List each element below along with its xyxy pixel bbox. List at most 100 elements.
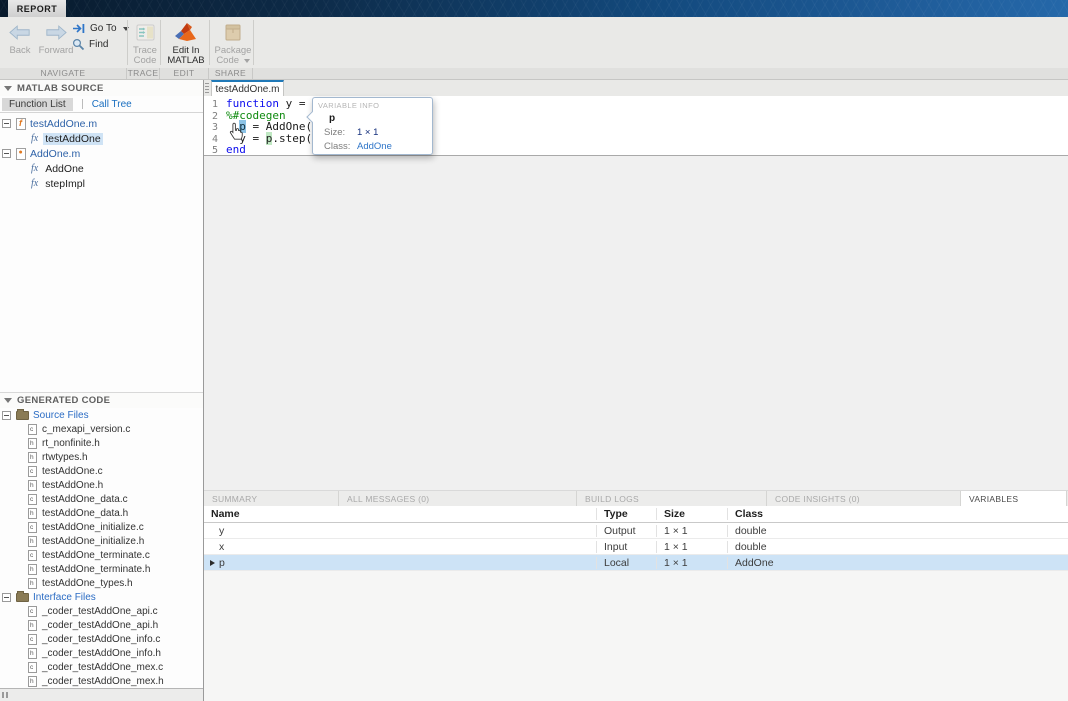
tree-generated-file-row[interactable]: h_coder_testAddOne_info.h bbox=[0, 646, 203, 660]
cell-size: 1 × 1 bbox=[656, 541, 727, 553]
tooltip-class-link[interactable]: AddOne bbox=[357, 141, 392, 152]
tree-generated-file-row[interactable]: c _coder_testAddOne_mex.c bbox=[0, 660, 203, 674]
bottom-tab-build-logs[interactable]: BUILD LOGS bbox=[577, 491, 767, 506]
package-dropdown-caret bbox=[244, 59, 250, 63]
tree-file-label[interactable]: _coder_testAddOne_mex.c bbox=[42, 662, 163, 673]
goto-button[interactable]: Go To bbox=[72, 23, 129, 34]
forward-button[interactable]: Forward bbox=[38, 21, 74, 56]
collapse-minus-icon[interactable] bbox=[2, 149, 11, 158]
file-icon: h bbox=[28, 578, 37, 589]
report-tab[interactable]: REPORT bbox=[8, 0, 66, 17]
bottom-tab-summary[interactable]: SUMMARY bbox=[204, 491, 339, 506]
tree-generated-file-row[interactable]: hrt_nonfinite.h bbox=[0, 436, 203, 450]
tree-file-label[interactable]: testAddOne_types.h bbox=[42, 578, 133, 589]
tree-file-label[interactable]: testAddOne_initialize.h bbox=[42, 536, 144, 547]
tree-file-row[interactable]: testAddOne.m bbox=[0, 116, 203, 131]
bottom-tab-variables[interactable]: VARIABLES bbox=[961, 491, 1067, 506]
tree-folder-label[interactable]: Interface Files bbox=[33, 592, 96, 603]
file-icon: h bbox=[28, 676, 37, 687]
bottom-tab-all-messages[interactable]: ALL MESSAGES (0) bbox=[339, 491, 577, 506]
title-bar: REPORT bbox=[0, 0, 1068, 17]
titlebar-pattern bbox=[0, 0, 1068, 17]
tree-file-label[interactable]: _coder_testAddOne_info.h bbox=[42, 648, 161, 659]
tree-file-label[interactable]: testAddOne_terminate.h bbox=[42, 564, 150, 575]
tab-grip-icon[interactable] bbox=[205, 83, 209, 95]
tree-generated-file-row[interactable]: h _coder_testAddOne_mex.h bbox=[0, 674, 203, 688]
column-header-name: Name bbox=[204, 508, 596, 520]
tree-function-label[interactable]: testAddOne bbox=[43, 133, 102, 145]
tree-generated-file-row[interactable]: ctestAddOne_terminate.c bbox=[0, 548, 203, 562]
tree-generated-file-row[interactable]: hrtwtypes.h bbox=[0, 450, 203, 464]
table-row-p[interactable]: pLocal1 × 1AddOne bbox=[204, 555, 1068, 571]
tree-file-label[interactable]: testAddOne_data.c bbox=[42, 494, 128, 505]
tree-generated-file-row[interactable]: c_coder_testAddOne_api.c bbox=[0, 604, 203, 618]
file-icon: c bbox=[28, 662, 37, 673]
cell-size: 1 × 1 bbox=[656, 557, 727, 569]
generated-code-header[interactable]: GENERATED CODE bbox=[0, 392, 203, 408]
tree-generated-file-row[interactable]: ctestAddOne_data.c bbox=[0, 492, 203, 506]
table-row-y[interactable]: yOutput1 × 1double bbox=[204, 523, 1068, 539]
tree-file-label[interactable]: rt_nonfinite.h bbox=[42, 438, 100, 449]
tree-file-label[interactable]: testAddOne.c bbox=[42, 466, 103, 477]
function-list-tab[interactable]: Function List bbox=[2, 98, 73, 111]
tree-function-label[interactable]: stepImpl bbox=[43, 178, 87, 190]
trace-code-button[interactable]: Trace Code bbox=[130, 21, 160, 66]
tree-file-label[interactable]: c_mexapi_version.c bbox=[42, 424, 130, 435]
tree-generated-file-row[interactable]: htestAddOne.h bbox=[0, 478, 203, 492]
tree-folder-label[interactable]: Source Files bbox=[33, 410, 89, 421]
package-code-button[interactable]: Package Code bbox=[212, 21, 254, 66]
bottom-panel: SUMMARYALL MESSAGES (0)BUILD LOGSCODE IN… bbox=[204, 490, 1068, 701]
section-share: SHARE bbox=[209, 68, 253, 79]
tree-generated-file-row[interactable]: htestAddOne_terminate.h bbox=[0, 562, 203, 576]
folder-icon bbox=[16, 593, 29, 602]
editor-tab-testAddOne[interactable]: testAddOne.m bbox=[211, 80, 284, 96]
tree-generated-file-row[interactable]: h_coder_testAddOne_api.h bbox=[0, 618, 203, 632]
tree-file-label[interactable]: _coder_testAddOne_mex.h bbox=[42, 676, 164, 687]
tree-folder-row[interactable]: Interface Files bbox=[0, 590, 203, 604]
collapse-minus-icon[interactable] bbox=[2, 411, 11, 420]
section-edit: EDIT bbox=[160, 68, 209, 79]
edit-in-matlab-button[interactable]: Edit In MATLAB bbox=[163, 21, 209, 66]
collapse-minus-icon[interactable] bbox=[2, 119, 11, 128]
expand-arrow-icon[interactable] bbox=[210, 560, 215, 566]
bottom-tab-code-insights[interactable]: CODE INSIGHTS (0) bbox=[767, 491, 961, 506]
cell-type: Local bbox=[596, 557, 656, 569]
tree-generated-file-row[interactable]: h testAddOne_types.h bbox=[0, 576, 203, 590]
cell-type: Input bbox=[596, 541, 656, 553]
collapse-minus-icon[interactable] bbox=[2, 593, 11, 602]
cell-class: AddOne bbox=[727, 557, 1068, 569]
resize-grip-icon[interactable] bbox=[2, 692, 10, 698]
call-tree-tab[interactable]: Call Tree bbox=[92, 99, 132, 110]
tree-file-label[interactable]: rtwtypes.h bbox=[42, 452, 88, 463]
tree-generated-file-row[interactable]: ctestAddOne_initialize.c bbox=[0, 520, 203, 534]
tree-function-row[interactable]: fxAddOne bbox=[0, 161, 203, 176]
tree-function-row[interactable]: fxstepImpl bbox=[0, 176, 203, 191]
tree-file-label[interactable]: testAddOne_initialize.c bbox=[42, 522, 144, 533]
find-icon bbox=[72, 38, 85, 51]
tree-file-label[interactable]: AddOne.m bbox=[30, 148, 80, 160]
tree-generated-file-row[interactable]: htestAddOne_initialize.h bbox=[0, 534, 203, 548]
tree-generated-file-row[interactable]: cc_mexapi_version.c bbox=[0, 422, 203, 436]
table-row-x[interactable]: xInput1 × 1double bbox=[204, 539, 1068, 555]
tree-file-label[interactable]: _coder_testAddOne_info.c bbox=[42, 634, 160, 645]
tree-function-row[interactable]: fxtestAddOne bbox=[0, 131, 203, 146]
tree-generated-file-row[interactable]: ctestAddOne.c bbox=[0, 464, 203, 478]
tree-file-label[interactable]: _coder_testAddOne_api.c bbox=[42, 606, 158, 617]
tree-file-label[interactable]: testAddOne_data.h bbox=[42, 508, 128, 519]
back-button[interactable]: Back bbox=[4, 21, 36, 56]
hand-cursor-icon bbox=[229, 122, 244, 146]
generated-code-tree: Source Filescc_mexapi_version.chrt_nonfi… bbox=[0, 408, 203, 688]
tree-file-row[interactable]: AddOne.m bbox=[0, 146, 203, 161]
find-button[interactable]: Find bbox=[72, 38, 129, 51]
tooltip-size-value: 1 × 1 bbox=[357, 127, 378, 138]
tree-function-label[interactable]: AddOne bbox=[43, 163, 86, 175]
tree-file-label[interactable]: testAddOne_terminate.c bbox=[42, 550, 150, 561]
tree-generated-file-row[interactable]: c_coder_testAddOne_info.c bbox=[0, 632, 203, 646]
tree-file-label[interactable]: testAddOne.m bbox=[30, 118, 97, 130]
tree-file-label[interactable]: testAddOne.h bbox=[42, 480, 103, 491]
tree-generated-file-row[interactable]: htestAddOne_data.h bbox=[0, 506, 203, 520]
tree-file-label[interactable]: _coder_testAddOne_api.h bbox=[42, 620, 158, 631]
tree-folder-row[interactable]: Source Files bbox=[0, 408, 203, 422]
matlab-logo-icon bbox=[174, 21, 198, 43]
matlab-source-header[interactable]: MATLAB SOURCE bbox=[0, 80, 203, 96]
